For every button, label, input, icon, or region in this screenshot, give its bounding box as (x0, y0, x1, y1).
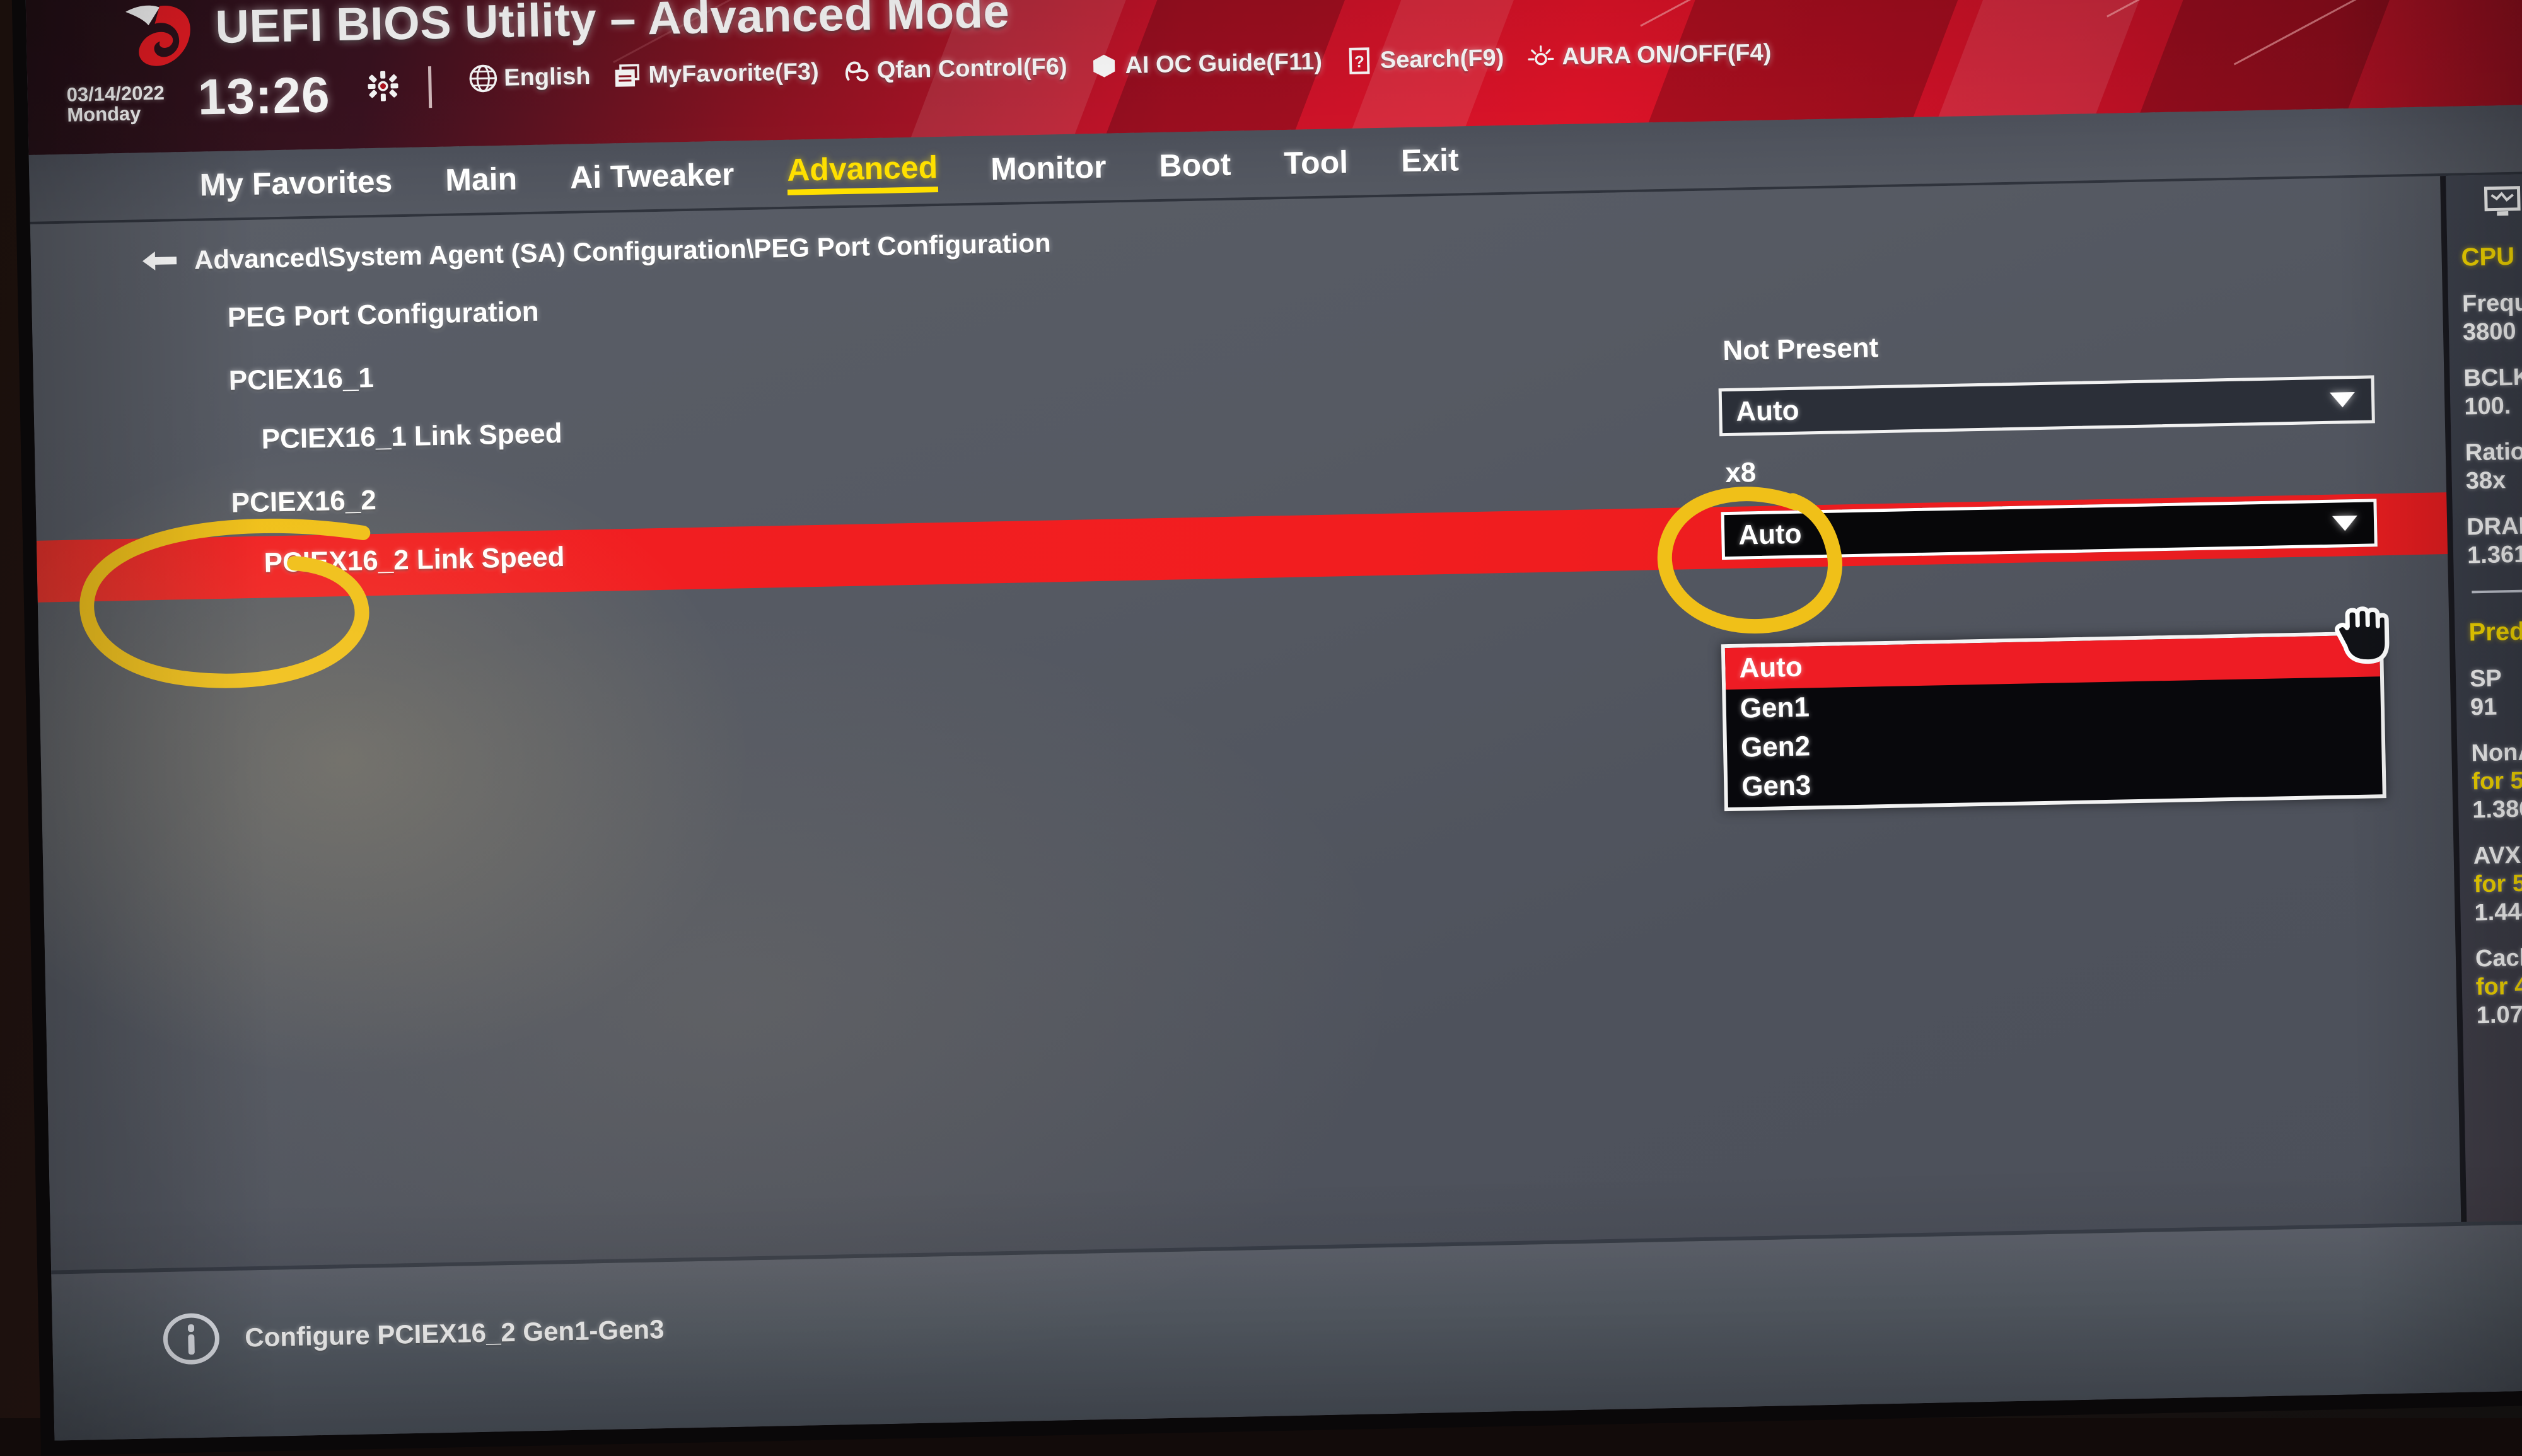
tab-boot[interactable]: Boot (1159, 146, 1231, 184)
aura-label: AURA ON/OFF(F4) (1562, 39, 1772, 71)
myfavorite-label: MyFavorite(F3) (648, 58, 819, 88)
tab-monitor[interactable]: Monitor (991, 149, 1107, 188)
setting-value: x8 (1725, 457, 1757, 489)
hexagon-icon (1090, 51, 1119, 81)
search-button[interactable]: ? Search(F9) (1344, 43, 1504, 76)
hw-entry-label: SP (2470, 664, 2522, 693)
setting-label: PCIEX16_2 Link Speed (264, 541, 565, 579)
header-divider (428, 66, 432, 108)
monitor-photo-background: UEFI BIOS Utility – Advanced Mode 03/14/… (0, 0, 2522, 1418)
hw-entry-value: 1.361 (2467, 541, 2522, 569)
bios-screen: UEFI BIOS Utility – Advanced Mode 03/14/… (25, 0, 2522, 1441)
tab-tool[interactable]: Tool (1284, 144, 1349, 182)
tab-ai-tweaker[interactable]: Ai Tweaker (570, 156, 735, 196)
setting-label: PCIEX16_1 (228, 362, 374, 397)
help-text: Configure PCIEX16_2 Gen1-Gen3 (245, 1314, 665, 1353)
setting-label: PCIEX16_2 (231, 485, 376, 519)
hw-entry-label: BCLK (2463, 364, 2522, 392)
breadcrumb-text: Advanced\System Agent (SA) Configuration… (194, 228, 1052, 275)
gear-icon[interactable] (368, 71, 398, 101)
hw-entry-label: Frequency (2462, 289, 2522, 318)
tab-advanced[interactable]: Advanced (787, 149, 938, 195)
hw-entry-value: 100. (2464, 392, 2522, 420)
hw-entry-label: NonAVX (2471, 739, 2522, 767)
pciex16-1-link-speed-combo[interactable]: Auto (1719, 375, 2375, 436)
hw-entry-value: 38x (2465, 466, 2522, 495)
qfan-control-button[interactable]: Qfan Control(F6) (841, 52, 1067, 86)
hw-entry-value: 1.444 (2474, 898, 2522, 927)
hw-entry-value: for 51 (2472, 767, 2522, 795)
fan-icon (841, 56, 871, 86)
aura-icon (1526, 42, 1556, 72)
ai-oc-guide-label: AI OC Guide(F11) (1125, 48, 1322, 79)
weekday-value: Monday (67, 103, 165, 125)
hw-divider (2472, 589, 2522, 593)
clock-display: 13:26 (197, 66, 330, 126)
hw-entry-value: for 51 (2473, 870, 2522, 898)
hw-entry-label: Ratio (2465, 438, 2522, 466)
hw-section-title: CPU (2461, 242, 2522, 272)
info-icon (162, 1310, 220, 1368)
pciex16-2-link-speed-combo[interactable]: Auto (1721, 499, 2378, 560)
combo-value: Auto (1736, 395, 1799, 428)
setting-value: Not Present (1723, 332, 1879, 367)
hw-entry-value: for 43 (2475, 973, 2522, 1001)
hw-entry-value: 3800 (2463, 318, 2522, 346)
combo-value: Auto (1738, 519, 1802, 552)
hw-entry-value: 91 (2470, 693, 2522, 721)
hw-section-title: Prediction (2468, 617, 2522, 647)
qfan-control-label: Qfan Control(F6) (876, 53, 1067, 84)
tab-my-favorites[interactable]: My Favorites (199, 163, 393, 203)
pointing-hand-cursor (2328, 600, 2405, 677)
window-icon (613, 61, 642, 90)
date-display: 03/14/2022 Monday (66, 83, 165, 125)
tab-main[interactable]: Main (445, 160, 518, 198)
monitor-icon (2484, 186, 2521, 218)
language-button[interactable]: English (468, 62, 591, 93)
myfavorite-button[interactable]: MyFavorite(F3) (613, 57, 819, 91)
hw-entry-label: AVX V (2473, 841, 2522, 870)
date-value: 03/14/2022 (66, 83, 165, 105)
hw-entry-label: Cache (2475, 944, 2522, 973)
hw-entry-label: DRAM (2467, 512, 2522, 541)
rog-logo-icon (120, 0, 197, 75)
breadcrumb[interactable]: Advanced\System Agent (SA) Configuration… (141, 228, 1052, 276)
chevron-down-icon[interactable] (2330, 392, 2355, 408)
hw-entry-value: 1.386 (2472, 795, 2522, 824)
aura-button[interactable]: AURA ON/OFF(F4) (1526, 38, 1772, 72)
ai-oc-guide-button[interactable]: AI OC Guide(F11) (1090, 47, 1322, 81)
link-speed-dropdown[interactable]: Auto Gen1 Gen2 Gen3 (1721, 631, 2386, 811)
globe-icon (468, 64, 498, 93)
back-arrow-icon[interactable] (141, 246, 178, 275)
question-icon: ? (1344, 46, 1374, 76)
chevron-down-icon[interactable] (2332, 516, 2357, 531)
svg-text:?: ? (1354, 52, 1364, 71)
page-title: UEFI BIOS Utility – Advanced Mode (215, 0, 1010, 54)
tab-exit[interactable]: Exit (1400, 141, 1459, 179)
hw-entry-value: 1.079 (2476, 1001, 2522, 1029)
search-label: Search(F9) (1380, 44, 1504, 74)
group-title: PEG Port Configuration (227, 296, 539, 334)
setting-label: PCIEX16_1 Link Speed (261, 418, 562, 456)
language-label: English (504, 63, 591, 92)
